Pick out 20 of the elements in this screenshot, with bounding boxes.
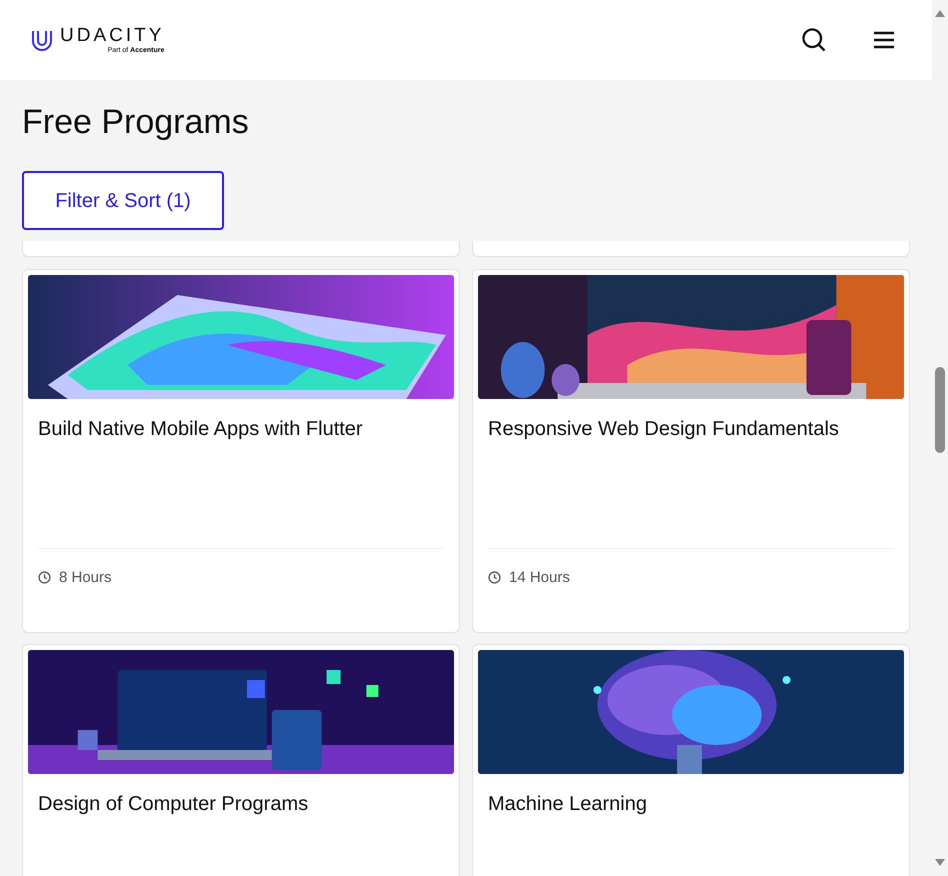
logo-icon [30,28,54,52]
program-card[interactable]: Machine Learning [472,644,910,876]
scroll-down-icon [935,859,945,866]
scroll-up-icon [935,10,945,17]
search-icon [800,26,828,54]
program-title: Design of Computer Programs [38,792,310,817]
program-card[interactable]: Responsive Web Design Fundamentals 14 Hours [472,269,910,633]
program-title: Machine Learning [488,792,648,817]
filter-sort-button[interactable]: Filter & Sort (1) [22,171,224,230]
clock-icon [488,571,501,584]
clock-icon [38,571,51,584]
duration: 8 Hours [59,568,112,588]
duration: 14 Hours [509,568,570,588]
brand-name: UDACITY [60,26,164,46]
program-card[interactable]: Build Native Mobile Apps with Flutter 8 Hours [22,269,460,633]
page-title: Free Programs [22,102,250,142]
program-title: Build Native Mobile Apps with Flutter [38,417,364,442]
program-title: Responsive Web Design Fundamentals [488,417,840,442]
program-card[interactable]: Design of Computer Programs [22,644,460,876]
scrollbar-thumb[interactable] [935,367,945,453]
